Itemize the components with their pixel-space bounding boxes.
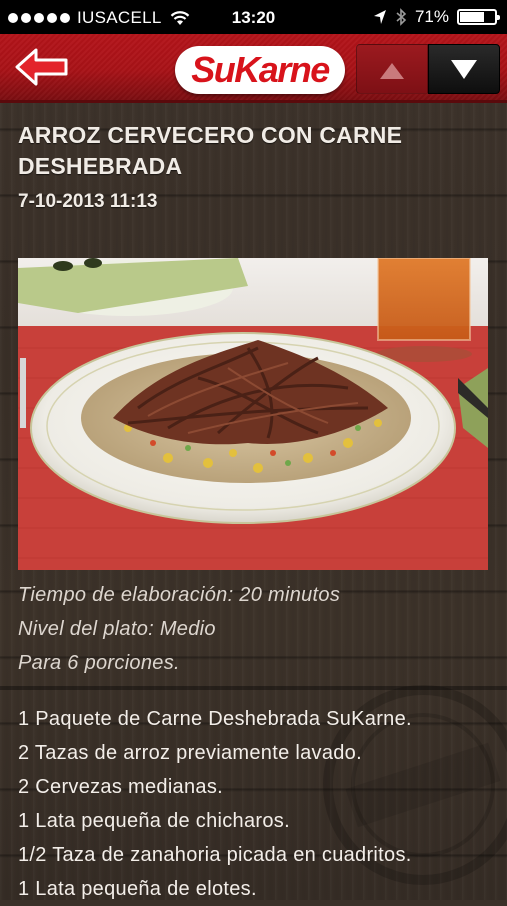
prep-time: Tiempo de elaboración: 20 minutos bbox=[18, 584, 341, 606]
list-item: 2 Tazas de arroz previamente lavado. bbox=[18, 742, 362, 764]
triangle-up-icon bbox=[380, 63, 404, 79]
list-item: 2 Cervezas medianas. bbox=[18, 776, 223, 798]
back-button[interactable] bbox=[14, 47, 70, 87]
difficulty-level: Nivel del plato: Medio bbox=[18, 618, 216, 640]
recipe-details: Tiempo de elaboración: 20 minutos Nivel … bbox=[18, 578, 488, 680]
bluetooth-icon bbox=[396, 8, 407, 26]
status-bar: IUSACELL 13:20 71% bbox=[0, 0, 507, 34]
recipe-date: 7-10-2013 11:13 bbox=[18, 191, 158, 212]
location-arrow-icon bbox=[373, 10, 386, 24]
app-header: SuKarne bbox=[0, 34, 507, 103]
list-item: 1 Lata pequeña de chicharos. bbox=[18, 810, 290, 832]
sukarne-logo: SuKarne bbox=[175, 40, 345, 96]
battery-icon bbox=[457, 9, 500, 25]
next-recipe-button[interactable] bbox=[428, 44, 500, 94]
battery-percent: 71% bbox=[414, 7, 449, 26]
plate-of-rice-with-shredded-beef-image bbox=[18, 258, 488, 570]
triangle-down-icon bbox=[451, 60, 477, 79]
previous-recipe-button[interactable] bbox=[356, 44, 428, 94]
brand-logo-text: SuKarne bbox=[191, 49, 330, 90]
list-item: 1/2 Taza de zanahoria picada en cuadrito… bbox=[18, 844, 412, 866]
list-item: 1 Lata pequeña de elotes. bbox=[18, 878, 257, 900]
servings: Para 6 porciones. bbox=[18, 652, 180, 674]
ingredient-list: 1 Paquete de Carne Deshebrada SuKarne. 2… bbox=[18, 702, 498, 906]
recipe-title: ARROZ CERVECERO CON CARNE DESHEBRADA bbox=[18, 122, 403, 179]
back-arrow-icon bbox=[15, 48, 68, 86]
list-item: 1 Paquete de Carne Deshebrada SuKarne. bbox=[18, 708, 412, 730]
